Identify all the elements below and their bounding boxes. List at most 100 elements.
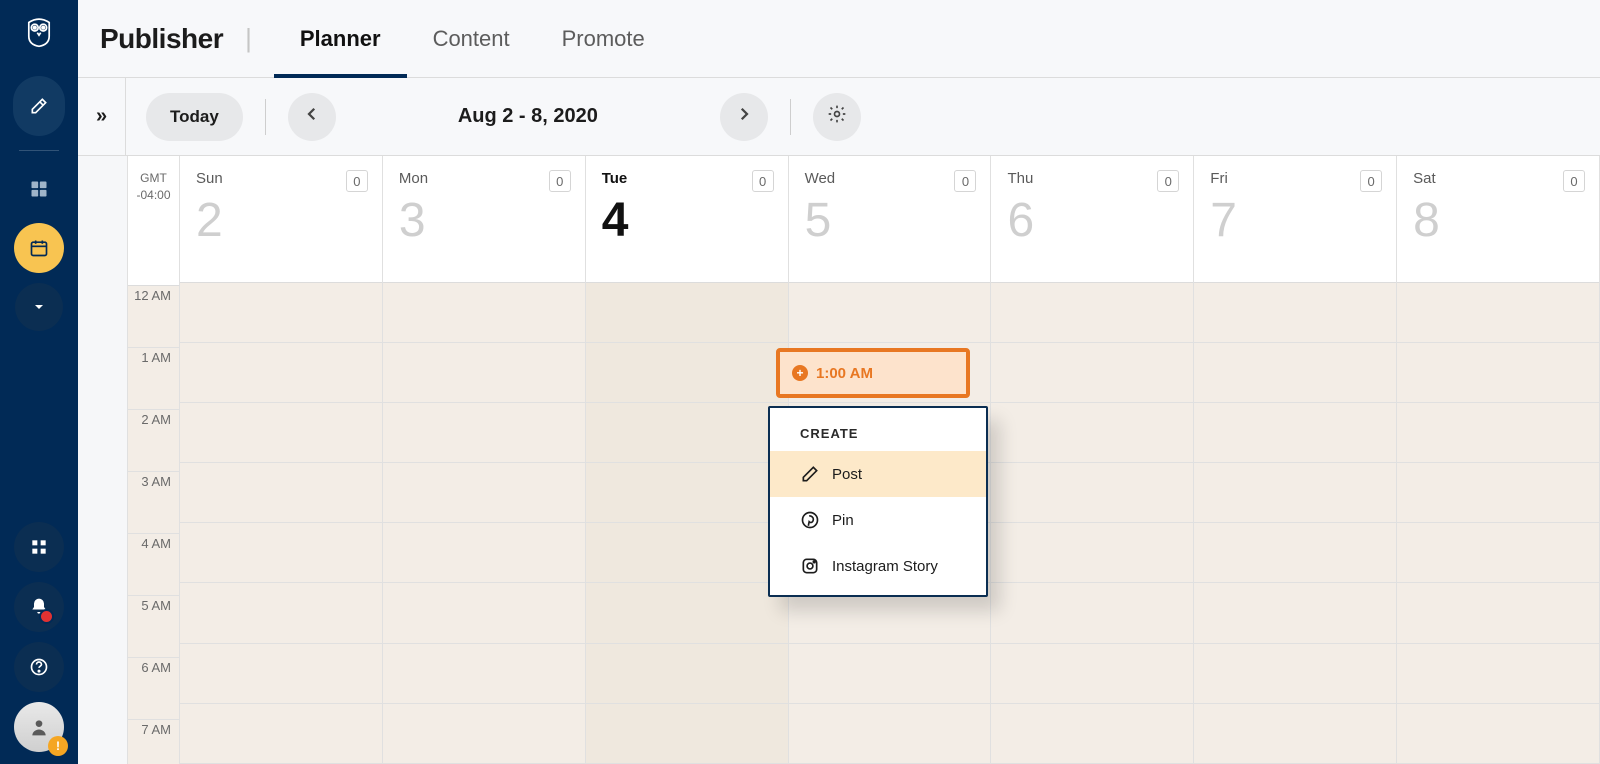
time-cell[interactable] [180,523,382,583]
day-name: Wed [805,170,977,187]
time-cell[interactable] [1194,463,1396,523]
apps-button[interactable] [14,522,64,572]
tab-content[interactable]: Content [407,0,536,77]
create-menu-item[interactable]: Instagram Story [770,543,986,589]
time-cell[interactable] [1194,583,1396,643]
time-cell[interactable] [1397,704,1599,764]
time-cell[interactable] [1194,403,1396,463]
app-sidebar: ! [0,0,78,764]
time-label: 7 AM [128,720,180,764]
time-cell[interactable] [1397,343,1599,403]
time-cell[interactable] [180,583,382,643]
time-cell[interactable] [383,704,585,764]
day-column[interactable]: Thu60 [991,156,1194,764]
time-cell[interactable] [383,283,585,343]
day-column[interactable]: Sat80 [1397,156,1600,764]
create-menu-item-label: Pin [832,512,854,529]
day-column[interactable]: Fri70 [1194,156,1397,764]
time-cell[interactable] [1397,583,1599,643]
time-cell[interactable] [1194,704,1396,764]
time-cell[interactable] [383,463,585,523]
avatar-button[interactable]: ! [14,702,64,752]
day-number: 4 [602,197,774,245]
tab-promote[interactable]: Promote [536,0,671,77]
time-cell[interactable] [1397,523,1599,583]
time-cell[interactable] [991,343,1193,403]
time-label: 1 AM [128,348,180,410]
time-cell[interactable] [1397,644,1599,704]
time-cell[interactable] [586,403,788,463]
time-cell[interactable] [586,283,788,343]
time-cell[interactable] [789,283,991,343]
time-cell[interactable] [180,283,382,343]
time-cell[interactable] [1194,644,1396,704]
day-header: Thu60 [991,156,1193,283]
streams-button[interactable] [13,165,65,213]
expand-nav-button[interactable] [15,283,63,331]
time-cell[interactable] [586,463,788,523]
time-cell[interactable] [991,704,1193,764]
time-label: 5 AM [128,596,180,658]
time-cell[interactable] [383,523,585,583]
time-cell[interactable] [383,644,585,704]
create-menu-item[interactable]: Post [770,451,986,497]
notifications-button[interactable] [14,582,64,632]
time-cell[interactable] [1397,403,1599,463]
day-name: Fri [1210,170,1382,187]
new-event-slot[interactable]: + 1:00 AM [776,348,970,398]
day-number: 7 [1210,197,1382,245]
timezone-header: GMT -04:00 [128,156,180,286]
time-cell[interactable] [1194,523,1396,583]
day-name: Sat [1413,170,1585,187]
time-cell[interactable] [1397,463,1599,523]
time-cell[interactable] [1194,283,1396,343]
next-week-button[interactable] [720,93,768,141]
time-cell[interactable] [789,704,991,764]
time-cell[interactable] [991,283,1193,343]
time-cell[interactable] [383,343,585,403]
time-cell[interactable] [180,644,382,704]
time-cell[interactable] [180,403,382,463]
day-number: 6 [1007,197,1179,245]
time-cell[interactable] [991,644,1193,704]
help-button[interactable] [14,642,64,692]
time-cell[interactable] [991,463,1193,523]
day-column[interactable]: Tue40 [586,156,789,764]
event-slot-time: 1:00 AM [816,365,873,382]
prev-week-button[interactable] [288,93,336,141]
tabs: Planner Content Promote [274,0,671,77]
time-cell[interactable] [586,644,788,704]
day-count-badge: 0 [1157,170,1179,192]
day-header: Wed50 [789,156,991,283]
time-cell[interactable] [991,523,1193,583]
time-label: 2 AM [128,410,180,472]
time-cell[interactable] [1194,343,1396,403]
time-cell[interactable] [586,704,788,764]
day-header: Sun20 [180,156,382,283]
settings-button[interactable] [813,93,861,141]
create-menu-item[interactable]: Pin [770,497,986,543]
day-number: 8 [1413,197,1585,245]
planner-button[interactable] [14,223,64,273]
drawer-expand-button[interactable]: » [78,78,126,156]
gear-icon [827,104,847,129]
time-cell[interactable] [789,644,991,704]
time-cell[interactable] [991,583,1193,643]
day-column[interactable]: Sun20 [180,156,383,764]
day-column[interactable]: Mon30 [383,156,586,764]
time-label: 12 AM [128,286,180,348]
time-cell[interactable] [991,403,1193,463]
tab-planner[interactable]: Planner [274,0,407,77]
time-cell[interactable] [586,523,788,583]
time-cell[interactable] [383,583,585,643]
time-cell[interactable] [1397,283,1599,343]
time-cell[interactable] [586,583,788,643]
today-button[interactable]: Today [146,93,243,141]
time-cell[interactable] [180,704,382,764]
time-cell[interactable] [586,343,788,403]
time-cell[interactable] [383,403,585,463]
compose-button[interactable] [13,76,65,136]
time-cell[interactable] [180,463,382,523]
time-cell[interactable] [180,343,382,403]
day-count-badge: 0 [954,170,976,192]
